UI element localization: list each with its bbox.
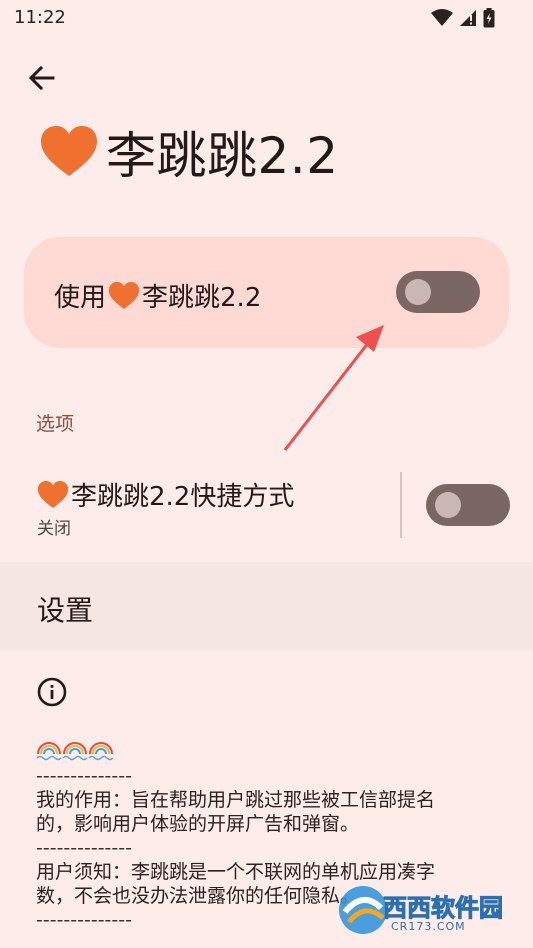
shortcut-suffix: 快捷方式	[190, 482, 295, 512]
wifi-icon	[431, 9, 453, 26]
divider	[400, 472, 402, 538]
app-name: 李跳跳2.2	[106, 127, 339, 185]
shortcut-switch[interactable]	[426, 484, 510, 526]
about-line: 的，影响用户体验的开屏广告和弹窗。	[36, 813, 360, 835]
shortcut-title: 李跳跳2.2 快捷方式	[37, 476, 294, 513]
page-title: 李跳跳2.2	[40, 116, 339, 188]
watermark-domain: CR173.COM	[391, 920, 466, 933]
heart-icon	[41, 126, 97, 176]
status-icons	[431, 8, 495, 28]
separator: --------------	[36, 837, 132, 859]
switch-knob	[435, 492, 461, 518]
shortcut-name: 李跳跳2.2	[71, 482, 191, 512]
watermark-logo: 西西软件园 CR173.COM	[335, 880, 525, 940]
switch-knob	[405, 279, 431, 305]
watermark-text: 软件园	[431, 894, 504, 923]
back-button[interactable]	[26, 62, 58, 94]
emoji-line	[36, 740, 506, 764]
watermark-brand: 西西	[383, 894, 432, 923]
shortcut-row[interactable]: 李跳跳2.2 快捷方式 关闭	[0, 464, 533, 548]
heart-icon	[37, 480, 69, 508]
main-toggle-switch[interactable]	[396, 271, 480, 313]
settings-row[interactable]: 设置	[0, 562, 533, 650]
signal-icon	[460, 10, 476, 26]
settings-title: 设置	[37, 594, 94, 627]
rainbow-icon	[36, 742, 62, 761]
main-toggle-label: 使用 李跳跳2.2	[54, 277, 261, 314]
arrow-left-icon	[28, 65, 55, 91]
shortcut-status: 关闭	[37, 519, 71, 539]
separator: --------------	[36, 765, 132, 787]
status-time: 11:22	[14, 7, 66, 28]
battery-icon	[483, 8, 495, 28]
options-section-title: 选项	[36, 413, 75, 435]
main-toggle-card[interactable]: 使用 李跳跳2.2	[24, 237, 509, 348]
heart-icon	[108, 281, 140, 309]
main-toggle-prefix: 使用	[54, 283, 107, 313]
rainbow-icon	[62, 742, 88, 761]
rainbow-icon	[88, 742, 114, 761]
about-line: 我的作用：旨在帮助用户跳过那些被工信部提名	[36, 789, 436, 811]
info-icon	[37, 677, 67, 707]
main-toggle-name: 李跳跳2.2	[142, 283, 262, 313]
status-bar: 11:22	[0, 0, 533, 36]
